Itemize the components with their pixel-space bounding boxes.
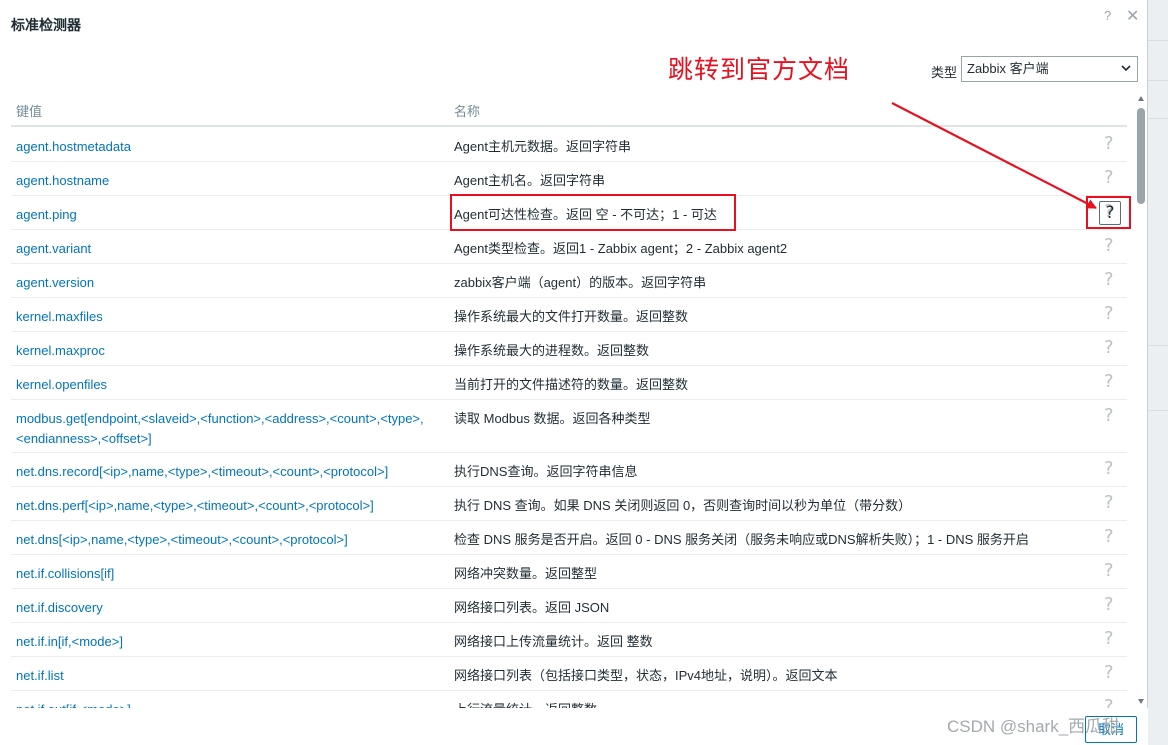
item-description: 网络冲突数量。返回整型 — [454, 566, 598, 581]
item-description: 执行 DNS 查询。如果 DNS 关闭则返回 0，否则查询时间以秒为单位（带分数… — [454, 498, 912, 513]
item-key-link[interactable]: net.if.discovery — [16, 598, 436, 618]
item-description: zabbix客户端（agent）的版本。返回字符串 — [454, 275, 707, 290]
column-header-name: 名称 — [454, 104, 481, 119]
table-row: net.if.list 网络接口列表（包括接口类型，状态，IPv4地址，说明）。返… — [11, 657, 1127, 691]
item-key-link[interactable]: net.dns.record[<ip>,name,<type>,<timeout… — [16, 462, 436, 482]
item-description: 网络接口列表（包括接口类型，状态，IPv4地址，说明）。返回文本 — [454, 668, 838, 683]
item-key-link[interactable]: kernel.maxproc — [16, 341, 436, 361]
table-row: agent.ping Agent可达性检查。返回 空 - 不可达；1 - 可达? — [11, 196, 1127, 230]
item-key-link[interactable]: kernel.openfiles — [16, 375, 436, 395]
table-row: net.dns.record[<ip>,name,<type>,<timeout… — [11, 453, 1127, 487]
column-header-key: 键值 — [16, 104, 43, 119]
item-help-icon[interactable]: ? — [1104, 405, 1114, 426]
dialog-help-icon[interactable]: ? — [1104, 8, 1111, 23]
item-help-icon[interactable]: ? — [1104, 133, 1114, 154]
table-row: agent.hostname Agent主机名。返回字符串? — [11, 162, 1127, 196]
item-key-link[interactable]: net.if.collisions[if] — [16, 564, 436, 584]
item-description: Agent类型检查。返回1 - Zabbix agent；2 - Zabbix … — [454, 241, 788, 256]
item-key-link[interactable]: net.if.list — [16, 666, 436, 686]
table-row: net.if.discovery 网络接口列表。返回 JSON? — [11, 589, 1127, 623]
item-key-link[interactable]: net.dns.perf[<ip>,name,<type>,<timeout>,… — [16, 496, 436, 516]
scroll-down-arrow-icon[interactable] — [1138, 699, 1144, 704]
table-scrollbar[interactable] — [1136, 96, 1146, 708]
standard-items-dialog: 标准检测器 ? ✕ 类型 Zabbix 客户端 键值 名称 agent.host… — [0, 0, 1148, 745]
item-key-link[interactable]: agent.ping — [16, 205, 436, 225]
item-key-link[interactable]: agent.version — [16, 273, 436, 293]
item-description: Agent可达性检查。返回 空 - 不可达；1 - 可达 — [454, 207, 717, 222]
item-description: 当前打开的文件描述符的数量。返回整数 — [454, 377, 689, 392]
item-help-icon[interactable]: ? — [1104, 662, 1114, 683]
item-description: 上行流量统计。返回整数 — [454, 700, 1094, 708]
table-row: net.if.out[if,<mode>] 上行流量统计。返回整数? — [11, 691, 1127, 708]
item-help-icon[interactable]: ? — [1104, 594, 1114, 615]
dialog-title: 标准检测器 — [11, 17, 81, 33]
item-description: 操作系统最大的进程数。返回整数 — [454, 343, 650, 358]
item-description: 网络接口上传流量统计。返回 整数 — [454, 634, 653, 649]
scroll-thumb[interactable] — [1137, 108, 1145, 204]
background-page-strip — [1148, 0, 1168, 745]
item-description: 执行DNS查询。返回字符串信息 — [454, 464, 638, 479]
item-key-link[interactable]: net.if.in[if,<mode>] — [16, 632, 436, 652]
chevron-down-icon — [1121, 65, 1131, 72]
item-description: 操作系统最大的文件打开数量。返回整数 — [454, 309, 689, 324]
item-help-icon[interactable]: ? — [1104, 235, 1114, 256]
type-filter-select[interactable]: Zabbix 客户端 — [961, 56, 1138, 82]
item-key-link[interactable]: net.dns[<ip>,name,<type>,<timeout>,<coun… — [16, 530, 436, 550]
item-help-icon[interactable]: ? — [1104, 458, 1114, 479]
item-help-icon[interactable]: ? — [1104, 337, 1114, 358]
table-row: net.if.in[if,<mode>] 网络接口上传流量统计。返回 整数? — [11, 623, 1127, 657]
table-row: kernel.maxfiles 操作系统最大的文件打开数量。返回整数? — [11, 298, 1127, 332]
item-key-link[interactable]: agent.hostname — [16, 171, 436, 191]
item-description: 网络接口列表。返回 JSON — [454, 600, 610, 615]
item-help-icon[interactable]: ? — [1104, 696, 1114, 708]
scroll-up-arrow-icon[interactable] — [1138, 96, 1144, 101]
item-key-link[interactable]: kernel.maxfiles — [16, 307, 436, 327]
table-row: net.dns[<ip>,name,<type>,<timeout>,<coun… — [11, 521, 1127, 555]
item-help-icon[interactable]: ? — [1104, 269, 1114, 290]
table-row: modbus.get[endpoint,<slaveid>,<function>… — [11, 400, 1127, 453]
items-table-body: agent.hostmetadata Agent主机元数据。返回字符串? agent… — [11, 128, 1127, 708]
item-help-icon[interactable]: ? — [1104, 628, 1114, 649]
item-description: 检查 DNS 服务是否开启。返回 0 - DNS 服务关闭（服务未响应或DNS解… — [454, 532, 1029, 547]
item-help-icon[interactable]: ? — [1104, 371, 1114, 392]
item-help-icon[interactable]: ? — [1104, 492, 1114, 513]
type-filter-label: 类型 — [931, 65, 958, 80]
table-header: 键值 名称 — [11, 96, 1127, 127]
item-key-link[interactable]: net.if.out[if,<mode>] — [16, 700, 436, 708]
type-filter-value: Zabbix 客户端 — [967, 61, 1049, 76]
item-key-link[interactable]: agent.hostmetadata — [16, 137, 436, 157]
table-row: agent.variant Agent类型检查。返回1 - Zabbix agen… — [11, 230, 1127, 264]
table-row: agent.hostmetadata Agent主机元数据。返回字符串? — [11, 128, 1127, 162]
watermark-text: CSDN @shark_西瓜甜 — [947, 717, 1120, 736]
item-help-icon[interactable]: ? — [1104, 201, 1114, 222]
item-help-icon[interactable]: ? — [1104, 303, 1114, 324]
item-help-icon[interactable]: ? — [1104, 167, 1114, 188]
table-row: net.dns.perf[<ip>,name,<type>,<timeout>,… — [11, 487, 1127, 521]
annotation-text: 跳转到官方文档 — [668, 55, 851, 84]
item-key-link[interactable]: modbus.get[endpoint,<slaveid>,<function>… — [16, 409, 436, 449]
item-key-link[interactable]: agent.variant — [16, 239, 436, 259]
table-row: kernel.openfiles 当前打开的文件描述符的数量。返回整数? — [11, 366, 1127, 400]
table-row: agent.version zabbix客户端（agent）的版本。返回字符串? — [11, 264, 1127, 298]
item-description: Agent主机元数据。返回字符串 — [454, 139, 631, 154]
item-help-icon[interactable]: ? — [1104, 526, 1114, 547]
item-help-icon[interactable]: ? — [1104, 560, 1114, 581]
item-description: 读取 Modbus 数据。返回各种类型 — [454, 411, 651, 426]
item-description: Agent主机名。返回字符串 — [454, 173, 605, 188]
table-row: kernel.maxproc 操作系统最大的进程数。返回整数? — [11, 332, 1127, 366]
dialog-close-icon[interactable]: ✕ — [1126, 6, 1139, 26]
table-row: net.if.collisions[if] 网络冲突数量。返回整型? — [11, 555, 1127, 589]
